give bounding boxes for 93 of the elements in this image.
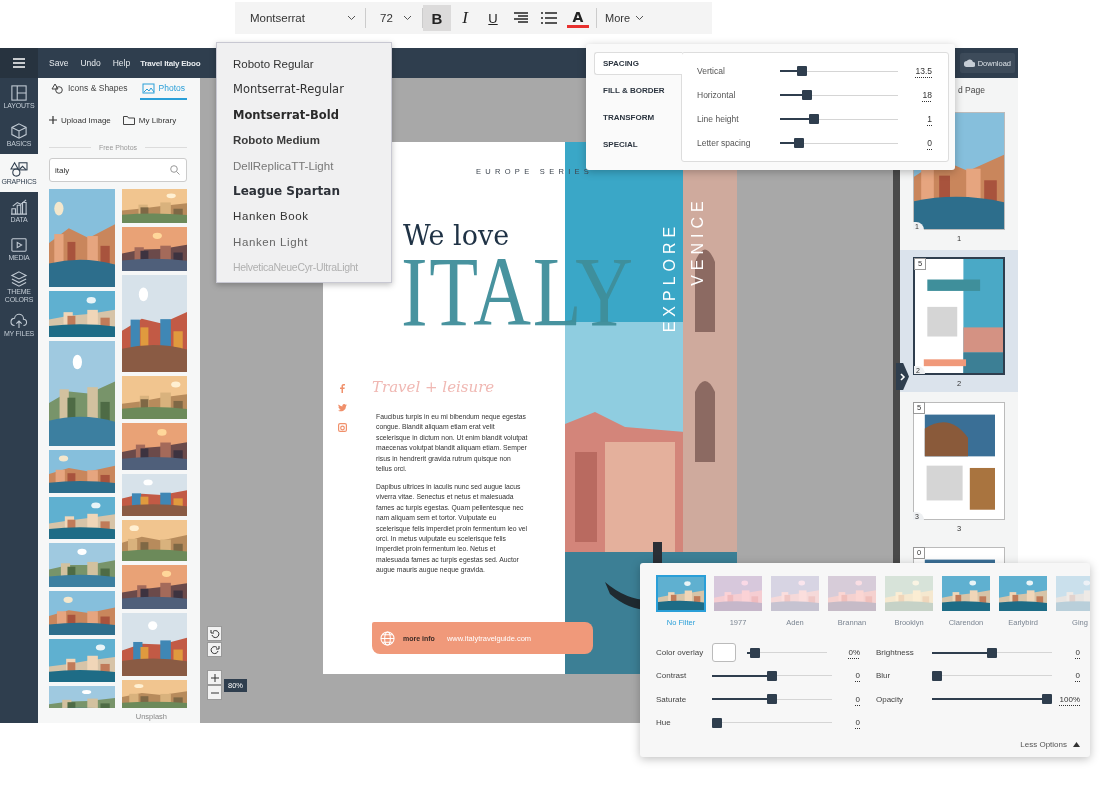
font-option[interactable]: Roboto Regular <box>217 52 391 78</box>
rotate-left-icon <box>209 628 220 639</box>
my-library-button[interactable]: My Library <box>122 112 177 128</box>
setting-label: Vertical <box>697 66 726 76</box>
undo-button[interactable] <box>207 626 222 641</box>
cloud-icon <box>963 59 975 67</box>
shapes-icon <box>10 160 28 177</box>
value-field[interactable]: 13.5 <box>898 66 932 76</box>
bird-icon <box>338 404 347 412</box>
layers-icon <box>10 271 28 287</box>
slider-thumb[interactable] <box>932 670 942 681</box>
play-icon <box>10 236 28 253</box>
chevron-down-icon <box>403 15 412 21</box>
slider-thumb[interactable] <box>1042 694 1052 705</box>
value-field[interactable]: 0 <box>1052 648 1080 658</box>
panel-tab[interactable]: FILL & BORDER <box>594 79 681 102</box>
search-icon <box>170 165 180 175</box>
value-field[interactable]: 1 <box>898 114 932 124</box>
menu-button[interactable] <box>0 48 38 78</box>
add-page-button[interactable]: d Page <box>958 85 985 95</box>
document-title[interactable]: Travel Italy Eboo <box>140 58 201 68</box>
text-color-button[interactable]: A <box>567 8 589 28</box>
italic-button[interactable]: I <box>451 5 479 31</box>
menu-item[interactable]: Undo <box>80 58 101 68</box>
adjust-label: Brightness <box>876 648 915 658</box>
underline-button[interactable]: U <box>479 5 507 31</box>
camera-icon <box>338 423 347 432</box>
slider-thumb[interactable] <box>987 647 997 658</box>
zoom-in-button[interactable] <box>207 670 222 685</box>
zoom-out-button[interactable] <box>207 685 222 700</box>
list-icon <box>541 12 557 24</box>
caret-up-icon <box>1073 742 1080 748</box>
menu-icon <box>13 58 25 68</box>
panel-tab[interactable]: TRANSFORM <box>594 106 681 129</box>
size-dropdown[interactable]: 72 <box>366 2 422 34</box>
chart-icon <box>10 198 28 215</box>
slider-thumb[interactable] <box>809 114 820 124</box>
value-field[interactable]: 0 <box>898 138 932 148</box>
image-icon <box>141 82 155 94</box>
value-field[interactable]: 0 <box>1052 671 1080 681</box>
font-option[interactable]: League Spartan <box>217 178 391 205</box>
adjust-label: Opacity <box>876 694 905 704</box>
font-option[interactable]: Montserrat-Regular <box>217 77 391 103</box>
font-option[interactable]: Hanken Book <box>217 204 391 230</box>
bold-button[interactable]: B <box>423 5 451 31</box>
panel-tab[interactable]: Icons & Shapes <box>49 78 130 100</box>
plus-icon <box>210 673 219 682</box>
folder-icon <box>122 115 135 125</box>
adjust-label: Hue <box>656 718 672 728</box>
value-field[interactable]: 18 <box>898 90 932 100</box>
value-field[interactable]: 0 <box>832 718 860 728</box>
more-dropdown[interactable]: More <box>605 2 645 34</box>
facebook-icon <box>339 384 345 393</box>
subtitle: Travel + leisure <box>372 378 495 396</box>
slider-thumb[interactable] <box>801 90 812 100</box>
value-field[interactable]: 0 <box>832 694 860 704</box>
setting-label: Line height <box>697 114 740 124</box>
setting-label: Horizontal <box>697 90 737 100</box>
font-option[interactable]: Hanken Light <box>217 229 391 256</box>
font-option[interactable]: Roboto Medium <box>217 128 391 154</box>
slider-thumb[interactable] <box>712 717 722 728</box>
menu-item[interactable]: Help <box>112 58 131 68</box>
value-field[interactable]: 0% <box>827 648 860 658</box>
plus-icon <box>49 116 57 124</box>
menu-item[interactable]: Save <box>49 58 69 68</box>
slider-thumb[interactable] <box>797 66 808 76</box>
less-options-button[interactable]: Less Options <box>1020 740 1080 750</box>
font-dropdown[interactable]: Montserrat <box>235 2 365 34</box>
slider-thumb[interactable] <box>749 647 760 658</box>
align-right-icon <box>514 12 528 24</box>
font-option[interactable]: DellReplicaTT-Light <box>217 153 391 179</box>
upload-image-button[interactable]: Upload Image <box>49 112 111 128</box>
shapes-icon <box>51 82 64 94</box>
chevron-down-icon <box>347 15 356 21</box>
slider-thumb[interactable] <box>767 694 777 705</box>
value-field[interactable]: 0 <box>832 671 860 681</box>
slider-thumb[interactable] <box>767 670 777 681</box>
search-field[interactable]: italy <box>49 158 187 182</box>
globe-icon <box>380 630 395 646</box>
redo-button[interactable] <box>207 642 222 657</box>
panel-tab[interactable]: SPACING <box>594 52 682 75</box>
slider-fill <box>747 651 751 654</box>
chevron-down-icon <box>635 15 645 21</box>
adjust-label: Saturate <box>656 694 688 704</box>
value-field[interactable]: 100% <box>1052 694 1080 704</box>
cloud-upload-icon <box>10 312 28 329</box>
cube-icon <box>10 122 28 139</box>
chevron-right-icon <box>899 372 906 381</box>
font-option[interactable]: Montserrat-Bold <box>217 102 391 129</box>
layout-icon <box>10 84 28 101</box>
rotate-right-icon <box>209 644 220 655</box>
slider-thumb[interactable] <box>794 138 805 148</box>
adjust-label: Blur <box>876 671 892 681</box>
